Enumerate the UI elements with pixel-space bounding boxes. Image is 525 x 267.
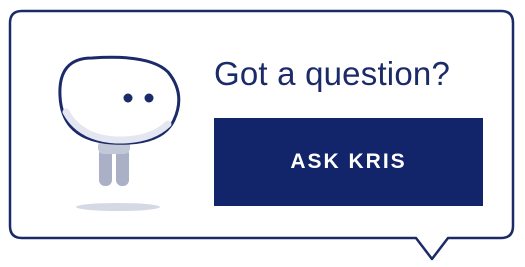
mascot-shadow <box>76 203 160 211</box>
got-a-question-heading: Got a question? <box>214 55 450 92</box>
ask-kris-button[interactable]: ASK KRIS <box>214 118 483 206</box>
robot-mascot-icon <box>58 55 181 211</box>
mascot-head <box>58 55 181 145</box>
ask-kris-widget: Got a question? ASK KRIS <box>0 0 525 267</box>
